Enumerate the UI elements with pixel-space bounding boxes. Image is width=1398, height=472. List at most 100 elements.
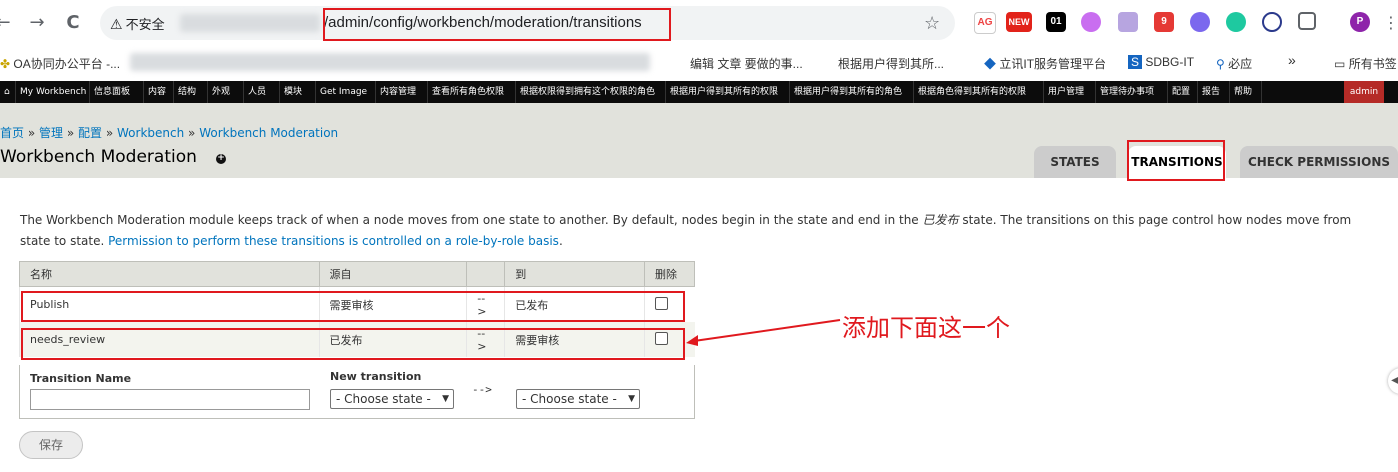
permissions-link[interactable]: Permission to perform these transitions …: [108, 234, 559, 248]
browser-toolbar: ← → C ⚠ 不安全 /admin/config/workbench/moder…: [0, 0, 1398, 47]
tab-check-permissions[interactable]: CHECK PERMISSIONS: [1240, 146, 1398, 178]
table-header: 名称 源自 到 删除: [19, 261, 695, 287]
admin-menu: ⌂ My Workbench 信息面板 内容 结构 外观 人员 模块 Get I…: [0, 81, 1398, 103]
security-label: 不安全: [125, 17, 165, 32]
column-header-arrow: [466, 261, 506, 287]
extension-brain-icon[interactable]: [1081, 12, 1101, 32]
admin-menu-item[interactable]: 根据用户得到其所有的权限: [666, 81, 790, 103]
diamond-icon: ◆: [984, 57, 997, 71]
reload-icon[interactable]: C: [62, 12, 84, 34]
search-icon: ⚲: [1216, 57, 1225, 71]
from-state-select[interactable]: - Choose state - ▼: [330, 389, 454, 409]
bookmark-edit-article[interactable]: 编辑 文章 要做的事...: [690, 55, 803, 72]
side-panel-toggle-icon[interactable]: ◀: [1388, 368, 1398, 394]
column-header-delete: 删除: [644, 261, 695, 287]
all-bookmarks[interactable]: ▭ 所有书签: [1334, 55, 1397, 72]
to-state-value: - Choose state -: [522, 392, 617, 406]
admin-menu-item[interactable]: 人员: [244, 81, 280, 103]
bookmarks-overflow[interactable]: »: [1288, 52, 1296, 68]
warning-icon: ⚠: [110, 16, 123, 32]
bookmark-label: OA协同办公平台 -...: [13, 57, 121, 71]
extension-translate-icon[interactable]: [1226, 12, 1246, 32]
chevron-down-icon: ▼: [442, 394, 449, 404]
bookmark-sdbg[interactable]: S SDBG-IT: [1128, 55, 1194, 69]
blurred-bookmarks: [130, 53, 650, 71]
admin-menu-item[interactable]: 管理待办事项: [1096, 81, 1168, 103]
admin-menu-item[interactable]: My Workbench: [16, 81, 90, 103]
admin-menu-item[interactable]: 查看所有角色权限: [428, 81, 516, 103]
admin-menu-item[interactable]: 内容管理: [376, 81, 428, 103]
description-text: .: [558, 234, 563, 248]
sdbg-icon: S: [1128, 55, 1143, 69]
bookmark-user-info[interactable]: 根据用户得到其所...: [838, 55, 944, 72]
admin-menu-item[interactable]: 根据权限得到拥有这个权限的角色: [516, 81, 666, 103]
admin-home-icon[interactable]: ⌂: [0, 81, 16, 103]
admin-menu-item[interactable]: 外观: [208, 81, 244, 103]
admin-menu-item[interactable]: 配置: [1168, 81, 1198, 103]
profile-avatar[interactable]: P: [1350, 12, 1370, 32]
admin-menu-item[interactable]: 报告: [1198, 81, 1230, 103]
page-title: Workbench Moderation: [0, 147, 197, 167]
extension-chat-icon[interactable]: [1190, 12, 1210, 32]
admin-menu-item[interactable]: 内容: [144, 81, 174, 103]
security-warning[interactable]: ⚠ 不安全: [110, 14, 165, 33]
column-header-name: 名称: [19, 261, 320, 287]
admin-menu-item[interactable]: 模块: [280, 81, 316, 103]
breadcrumb-admin[interactable]: 管理: [39, 126, 63, 140]
add-shortcut-icon[interactable]: +: [216, 154, 226, 164]
new-transition-arrow: -->: [472, 383, 492, 396]
breadcrumb-separator: »: [184, 126, 200, 140]
forward-icon[interactable]: →: [26, 12, 48, 34]
admin-menu-item[interactable]: 结构: [174, 81, 208, 103]
breadcrumb-workbench[interactable]: Workbench: [117, 126, 184, 140]
breadcrumb: 首页 » 管理 » 配置 » Workbench » Workbench Mod…: [0, 124, 338, 141]
chevron-down-icon: ▼: [628, 394, 635, 404]
bookmark-bing[interactable]: ⚲ 必应: [1216, 55, 1252, 72]
admin-menu-item[interactable]: 用户管理: [1044, 81, 1096, 103]
extension-new-icon[interactable]: NEW: [1006, 12, 1032, 32]
transition-name-label: Transition Name: [30, 372, 132, 385]
breadcrumb-separator: »: [63, 126, 78, 140]
bookmark-itsm[interactable]: ◆ 立讯IT服务管理平台: [984, 55, 1106, 72]
back-icon[interactable]: ←: [0, 12, 14, 34]
row-highlight-box: [21, 291, 685, 322]
column-header-from: 源自: [318, 261, 468, 287]
tab-states[interactable]: STATES: [1034, 146, 1116, 178]
save-button[interactable]: 保存: [19, 431, 83, 459]
bookmark-label: SDBG-IT: [1145, 55, 1195, 69]
extension-triangle-icon[interactable]: [1262, 12, 1282, 32]
extension-mail-icon[interactable]: [1118, 12, 1138, 32]
admin-user-button[interactable]: admin: [1344, 81, 1384, 103]
extensions-puzzle-icon[interactable]: [1298, 12, 1316, 30]
transition-name-input[interactable]: [30, 389, 310, 410]
breadcrumb-config[interactable]: 配置: [78, 126, 102, 140]
more-menu-icon[interactable]: ⋮: [1380, 12, 1398, 34]
admin-menu-item[interactable]: 根据角色得到其所有的权限: [914, 81, 1044, 103]
description-text: The Workbench Moderation module keeps tr…: [20, 213, 923, 227]
column-header-to: 到: [504, 261, 645, 287]
folder-icon: ▭: [1334, 57, 1346, 71]
bookmark-star-icon[interactable]: ☆: [924, 13, 940, 34]
admin-menu-item[interactable]: 信息面板: [90, 81, 144, 103]
bookmark-label: 根据用户得到其所...: [838, 57, 945, 71]
bookmark-label: 所有书签: [1348, 57, 1397, 71]
bookmarks-bar: ✤ OA协同办公平台 -... 编辑 文章 要做的事... 根据用户得到其所..…: [0, 47, 1398, 81]
bookmark-label: 编辑 文章 要做的事...: [690, 57, 803, 71]
annotation-text: 添加下面这一个: [842, 314, 1010, 342]
breadcrumb-home[interactable]: 首页: [0, 126, 24, 140]
extension-01-icon[interactable]: 01: [1046, 12, 1066, 32]
admin-menu-item[interactable]: 根据用户得到其所有的角色: [790, 81, 914, 103]
tab-highlight-box: [1127, 140, 1225, 181]
admin-menu-item[interactable]: 帮助: [1230, 81, 1262, 103]
bookmark-oa-icon: ✤: [0, 57, 11, 71]
breadcrumb-separator: »: [102, 126, 117, 140]
extension-ag-icon[interactable]: AG: [974, 12, 996, 34]
to-state-select[interactable]: - Choose state - ▼: [516, 389, 640, 409]
admin-menu-item[interactable]: Get Image: [316, 81, 376, 103]
blurred-host: [180, 14, 320, 32]
breadcrumb-moderation[interactable]: Workbench Moderation: [199, 126, 338, 140]
extension-badge-9-icon[interactable]: 9: [1154, 12, 1174, 32]
new-transition-label: New transition: [330, 370, 422, 383]
bookmark-oa[interactable]: ✤ OA协同办公平台 -...: [0, 55, 120, 72]
description-state: 已发布: [922, 213, 959, 227]
